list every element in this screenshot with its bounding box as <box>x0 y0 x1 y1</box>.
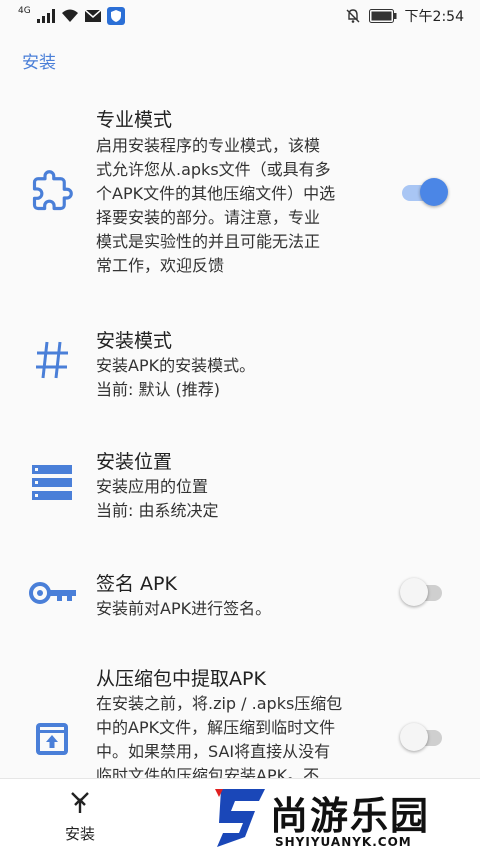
pref-title: 签名 APK <box>96 573 177 595</box>
bell-off-icon <box>346 9 360 23</box>
status-time: 下午2:54 <box>404 9 464 25</box>
key-icon <box>28 571 78 615</box>
switch-thumb <box>420 178 448 206</box>
section-title: 安装 <box>22 53 56 73</box>
watermark-text: 尚游乐园 <box>270 794 431 838</box>
pref-pro-mode[interactable]: 专业模式 启用安装程序的专业模式，该模 式允许您从.apks文件（或具有多 个A… <box>0 103 480 288</box>
pref-extract-apk[interactable]: 从压缩包中提取APK 在安装之前，将.zip / .apks压缩包 中的APK文… <box>0 663 480 778</box>
shield-app-icon <box>106 7 125 25</box>
nav-label: 安装 <box>64 825 95 843</box>
status-left: 4G <box>18 6 125 25</box>
network-type: 4G <box>18 6 31 16</box>
pref-summary: 安装应用的位置 当前: 由系统决定 <box>96 477 219 520</box>
pref-summary: 安装前对APK进行签名。 <box>96 599 272 618</box>
mail-icon <box>84 10 101 22</box>
switch-thumb <box>400 723 428 751</box>
pref-summary: 安装APK的安装模式。 当前: 默认 (推荐) <box>96 356 256 399</box>
pref-title: 从压缩包中提取APK <box>96 668 266 690</box>
pref-install-mode[interactable]: 安装模式 安装APK的安装模式。 当前: 默认 (推荐) <box>0 324 480 414</box>
signal-icon <box>36 9 55 23</box>
merge-arrow-icon <box>71 792 89 813</box>
extract-apk-switch[interactable] <box>400 723 446 753</box>
pro-mode-switch[interactable] <box>400 178 448 208</box>
storage-icon <box>30 461 74 505</box>
pref-title: 安装位置 <box>96 451 173 473</box>
hash-icon <box>30 338 74 382</box>
watermark-sub: SHYIYUANYK.COM <box>275 835 412 849</box>
pref-summary: 在安装之前，将.zip / .apks压缩包 中的APK文件，解压缩到临时文件 … <box>96 694 343 778</box>
watermark: 尚游乐园 SHYIYUANYK.COM <box>215 783 480 853</box>
wifi-icon <box>61 9 78 22</box>
puzzle-icon <box>30 169 74 213</box>
pref-install-location[interactable]: 安装位置 安装应用的位置 当前: 由系统决定 <box>0 445 480 535</box>
pref-title: 安装模式 <box>96 330 173 352</box>
pref-title: 专业模式 <box>96 109 173 131</box>
battery-icon <box>368 9 397 23</box>
switch-thumb <box>400 578 428 606</box>
pref-summary: 启用安装程序的专业模式，该模 式允许您从.apks文件（或具有多 个APK文件的… <box>96 136 336 275</box>
archive-upload-icon <box>30 717 74 761</box>
watermark-logo <box>215 789 265 847</box>
status-right: 下午2:54 <box>345 6 464 26</box>
status-bar: 4G 下午2:54 <box>0 0 480 32</box>
nav-item-install[interactable]: 安装 <box>40 791 120 844</box>
pref-sign-apk[interactable]: 签名 APK 安装前对APK进行签名。 <box>0 567 480 627</box>
sign-apk-switch[interactable] <box>400 578 446 608</box>
